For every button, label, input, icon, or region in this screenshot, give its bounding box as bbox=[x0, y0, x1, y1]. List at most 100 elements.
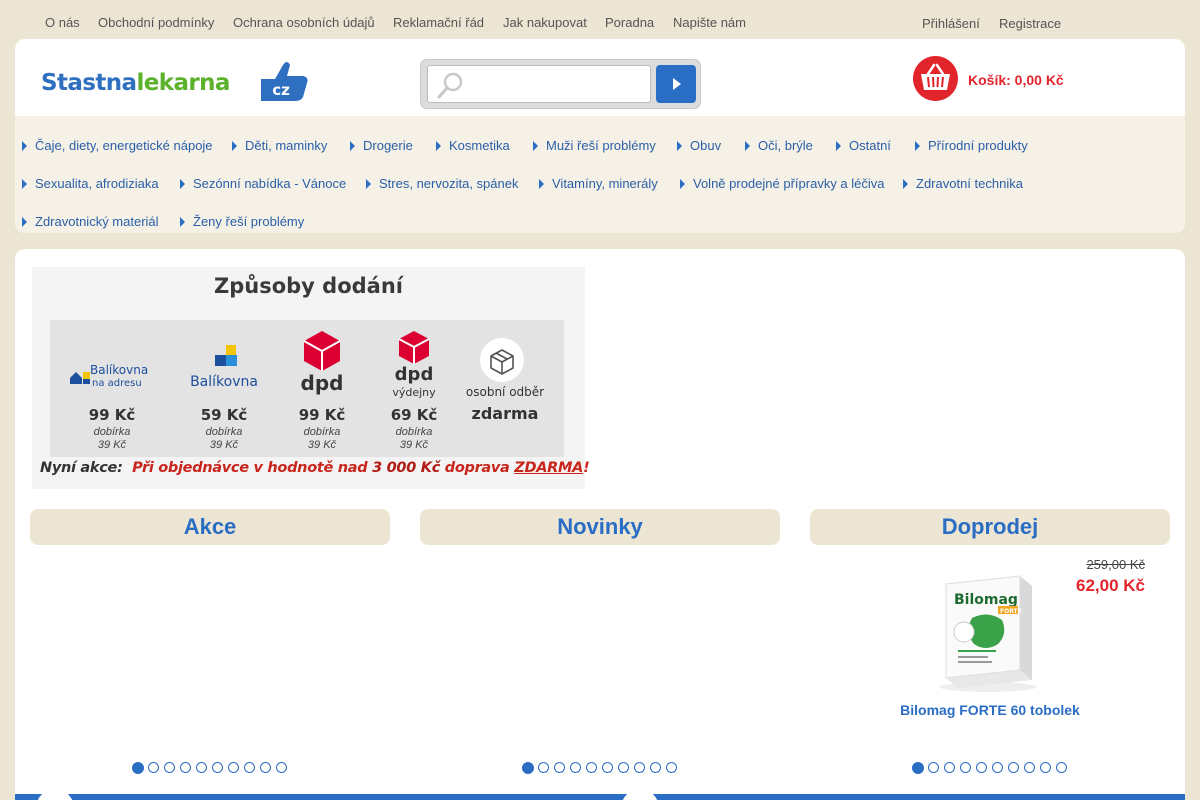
carousel-dot[interactable] bbox=[132, 761, 144, 774]
category-item[interactable]: Oči, brýle bbox=[745, 138, 813, 153]
svg-text:cz: cz bbox=[272, 81, 290, 99]
carousel-dot[interactable] bbox=[570, 762, 581, 773]
carousel-dot[interactable] bbox=[666, 762, 677, 773]
category-item[interactable]: Muži řeší problémy bbox=[533, 138, 656, 153]
category-item[interactable]: Přírodní produkty bbox=[915, 138, 1028, 153]
svg-text:Bilomag: Bilomag bbox=[954, 592, 1018, 608]
svg-text:FORTE: FORTE bbox=[1000, 608, 1022, 615]
carousel-dot[interactable] bbox=[196, 762, 207, 773]
carousel-dot[interactable] bbox=[260, 762, 271, 773]
category-item[interactable]: Sexualita, afrodiziaka bbox=[22, 176, 159, 191]
carrier-price: zdarma bbox=[471, 404, 539, 423]
category-item[interactable]: Zdravotnický materiál bbox=[22, 214, 159, 229]
toplink-advice[interactable]: Poradna bbox=[605, 15, 654, 30]
carrier-balikovna-address: Balíkovna na adresu 99 Kč dobírka 39 Kč bbox=[62, 320, 162, 457]
carousel-dot[interactable] bbox=[1024, 762, 1035, 773]
carousel-dot[interactable] bbox=[212, 762, 223, 773]
bottom-circle-left bbox=[36, 789, 74, 800]
carousel-dot[interactable] bbox=[228, 762, 239, 773]
category-item[interactable]: Ženy řeší problémy bbox=[180, 214, 304, 229]
product-name[interactable]: Bilomag FORTE 60 tobolek bbox=[810, 702, 1170, 718]
carrier-cod-note: dobírka 39 Kč bbox=[93, 426, 131, 451]
carousel-dot[interactable] bbox=[928, 762, 939, 773]
toplink-complaints[interactable]: Reklamační řád bbox=[393, 15, 484, 30]
site-logo[interactable]: Stastnalekarna cz bbox=[41, 59, 308, 103]
carousel-dot[interactable] bbox=[912, 761, 924, 774]
carrier-dpd: dpd 99 Kč dobírka 39 Kč bbox=[272, 320, 372, 457]
carousel-dot[interactable] bbox=[618, 762, 629, 773]
carousel-dot[interactable] bbox=[650, 762, 661, 773]
product-old-price: 259,00 Kč bbox=[1086, 557, 1145, 572]
search-icon bbox=[437, 72, 463, 99]
category-item[interactable]: Vitamíny, minerály bbox=[539, 176, 658, 191]
category-item[interactable]: Sezónní nabídka - Vánoce bbox=[180, 176, 346, 191]
product-image[interactable]: Bilomag FORTE bbox=[928, 572, 1052, 694]
toplink-about[interactable]: O nás bbox=[45, 15, 80, 30]
carrier-personal-pickup: osobní odběr zdarma bbox=[455, 320, 555, 457]
promo-text: Nyní akce: Při objednávce v hodnotě nad … bbox=[40, 460, 590, 476]
top-links-bar: O nás Obchodní podmínky Ochrana osobních… bbox=[0, 0, 1200, 39]
carousel-dot[interactable] bbox=[992, 762, 1003, 773]
login-link[interactable]: Přihlášení bbox=[922, 16, 980, 31]
main-content: Způsoby dodání Balíkovna na adresu 99 Kč… bbox=[15, 249, 1185, 800]
logo-text: Stastnalekarna bbox=[41, 70, 230, 96]
site-header: Stastnalekarna cz Košík: 0,00 Kč Čaje, d… bbox=[15, 39, 1185, 233]
register-link[interactable]: Registrace bbox=[999, 16, 1061, 31]
category-item[interactable]: Ostatní bbox=[836, 138, 891, 153]
carrier-price: 99 Kč bbox=[88, 406, 136, 424]
cart-widget[interactable]: Košík: 0,00 Kč bbox=[913, 56, 1173, 102]
carousel-dot[interactable] bbox=[164, 762, 175, 773]
carousel-dot[interactable] bbox=[180, 762, 191, 773]
carrier-price: 69 Kč bbox=[390, 406, 438, 424]
carousel-dot[interactable] bbox=[1008, 762, 1019, 773]
category-item[interactable]: Obuv bbox=[677, 138, 721, 153]
bottom-circle-middle bbox=[621, 789, 659, 800]
section-header-new[interactable]: Novinky bbox=[420, 509, 780, 545]
carrier-balikovna: Balíkovna 59 Kč dobírka 39 Kč bbox=[174, 320, 274, 457]
carousel-dot[interactable] bbox=[276, 762, 287, 773]
carriers-panel: Balíkovna na adresu 99 Kč dobírka 39 Kč B… bbox=[50, 320, 564, 457]
carousel-dot[interactable] bbox=[148, 762, 159, 773]
carousel-dot[interactable] bbox=[586, 762, 597, 773]
toplink-privacy[interactable]: Ochrana osobních údajů bbox=[233, 15, 375, 30]
category-item[interactable]: Volně prodejné přípravky a léčiva bbox=[680, 176, 885, 191]
carousel-dot[interactable] bbox=[976, 762, 987, 773]
category-item[interactable]: Kosmetika bbox=[436, 138, 510, 153]
carousel-dot[interactable] bbox=[554, 762, 565, 773]
cart-total[interactable]: Košík: 0,00 Kč bbox=[968, 72, 1064, 88]
toplink-how-to-buy[interactable]: Jak nakupovat bbox=[503, 15, 587, 30]
carousel-dot[interactable] bbox=[634, 762, 645, 773]
category-item[interactable]: Stres, nervozita, spánek bbox=[366, 176, 518, 191]
carousel-dot[interactable] bbox=[522, 761, 534, 774]
product-price: 62,00 Kč bbox=[1076, 576, 1145, 595]
carrier-cod-note: dobírka 39 Kč bbox=[395, 426, 433, 451]
carousel-dot[interactable] bbox=[944, 762, 955, 773]
banner-title: Způsoby dodání bbox=[214, 274, 403, 298]
delivery-banner[interactable]: Způsoby dodání Balíkovna na adresu 99 Kč… bbox=[32, 267, 590, 489]
carrier-cod-note: dobírka 39 Kč bbox=[303, 426, 341, 451]
carrier-cod-note: dobírka 39 Kč bbox=[205, 426, 243, 451]
carousel-dot[interactable] bbox=[1040, 762, 1051, 773]
cart-basket-icon bbox=[913, 56, 958, 101]
carrier-dpd-pickup: dpd výdejny 69 Kč dobírka 39 Kč bbox=[364, 320, 464, 457]
category-item[interactable]: Zdravotní technika bbox=[903, 176, 1023, 191]
carousel-dot[interactable] bbox=[1056, 762, 1067, 773]
bottom-bar bbox=[15, 789, 1185, 800]
section-header-clearance[interactable]: Doprodej bbox=[810, 509, 1170, 545]
carrier-price: 99 Kč bbox=[298, 406, 346, 424]
search-box bbox=[420, 59, 701, 109]
carousel-dot[interactable] bbox=[538, 762, 549, 773]
category-menu: Čaje, diety, energetické nápoje Děti, ma… bbox=[15, 116, 1185, 233]
toplink-terms[interactable]: Obchodní podmínky bbox=[98, 15, 214, 30]
carousel-dot[interactable] bbox=[602, 762, 613, 773]
category-item[interactable]: Čaje, diety, energetické nápoje bbox=[22, 138, 213, 153]
carousel-dot[interactable] bbox=[244, 762, 255, 773]
thumbs-up-logo-icon: cz bbox=[261, 62, 308, 101]
search-submit-button[interactable] bbox=[656, 65, 696, 103]
carousel-dot[interactable] bbox=[960, 762, 971, 773]
product-card[interactable]: 259,00 Kč 62,00 Kč Bilomag FORTE Bilomag… bbox=[810, 554, 1170, 754]
section-header-sale[interactable]: Akce bbox=[30, 509, 390, 545]
category-item[interactable]: Drogerie bbox=[350, 138, 413, 153]
category-item[interactable]: Děti, maminky bbox=[232, 138, 327, 153]
toplink-contact[interactable]: Napište nám bbox=[673, 15, 746, 30]
